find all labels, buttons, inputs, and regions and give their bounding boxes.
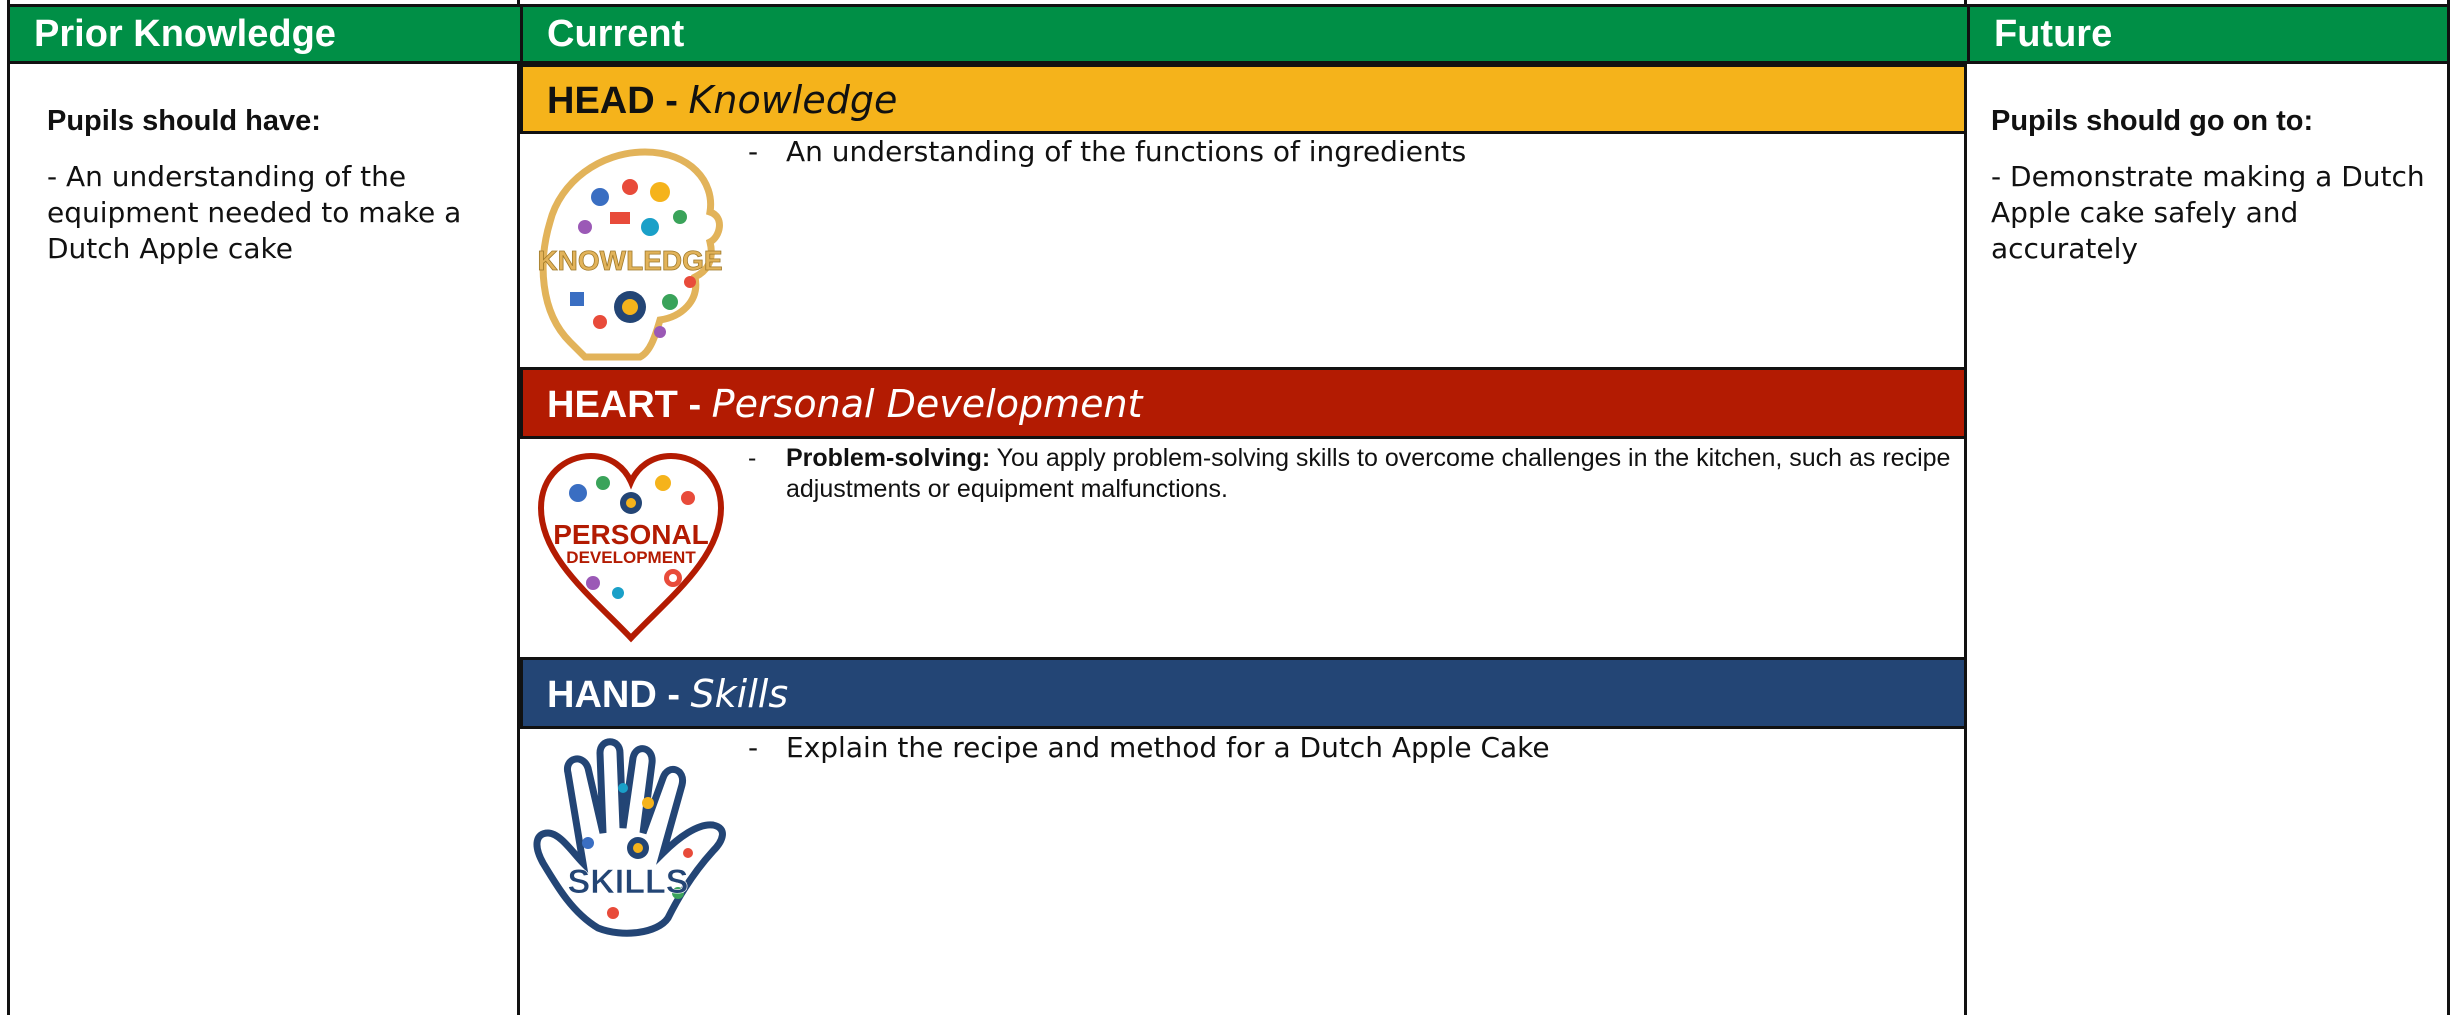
future-header: Future (1967, 4, 2450, 64)
future-column (1967, 0, 2450, 1015)
head-label: HEAD - (547, 80, 689, 122)
heart-bullet-dash: - (748, 444, 757, 472)
hand-bullet-text: Explain the recipe and method for a Dutc… (786, 731, 1550, 764)
head-knowledge-band: HEAD - Knowledge (520, 64, 1967, 134)
personal-image-text: PERSONAL (553, 519, 709, 550)
hand-label: HAND - (547, 674, 691, 716)
heart-label: HEART - (547, 384, 712, 426)
heart-personal-development-band: HEART - Personal Development (520, 367, 1967, 439)
prior-knowledge-header: Prior Knowledge (7, 4, 520, 64)
skills-image-text: SKILLS (568, 863, 689, 901)
head-subject: Knowledge (688, 78, 898, 122)
hand-skills-band: HAND - Skills (520, 657, 1967, 729)
hand-bullet-dash: - (748, 731, 759, 764)
heart-bullet-bold: Problem-solving: (786, 444, 991, 472)
heart-subject: Personal Development (711, 382, 1143, 426)
prior-knowledge-column (7, 0, 520, 1015)
prior-subtitle: Pupils should have: (47, 105, 321, 137)
knowledge-image-text: KNOWLEDGE (537, 245, 722, 276)
prior-body: - An understanding of the equipment need… (47, 160, 462, 265)
personal-development-heart-illustration: PERSONAL DEVELOPMENT (537, 452, 725, 643)
knowledge-head-illustration: KNOWLEDGE (537, 148, 723, 361)
future-subtitle: Pupils should go on to: (1991, 105, 2314, 137)
curriculum-grid: Prior Knowledge Current Future Pupils sh… (0, 0, 2450, 1015)
head-bullet-dash: - (748, 135, 759, 168)
future-body: - Demonstrate making a Dutch Apple cake … (1991, 160, 2425, 265)
head-bullet-text: An understanding of the functions of ing… (786, 135, 1467, 168)
development-image-text: DEVELOPMENT (566, 548, 696, 567)
skills-hand-illustration: SKILLS (533, 738, 726, 937)
current-header: Current (520, 4, 1967, 64)
heart-bullet-text: Problem-solving: You apply problem-solvi… (786, 443, 1956, 505)
hand-subject: Skills (690, 672, 789, 716)
